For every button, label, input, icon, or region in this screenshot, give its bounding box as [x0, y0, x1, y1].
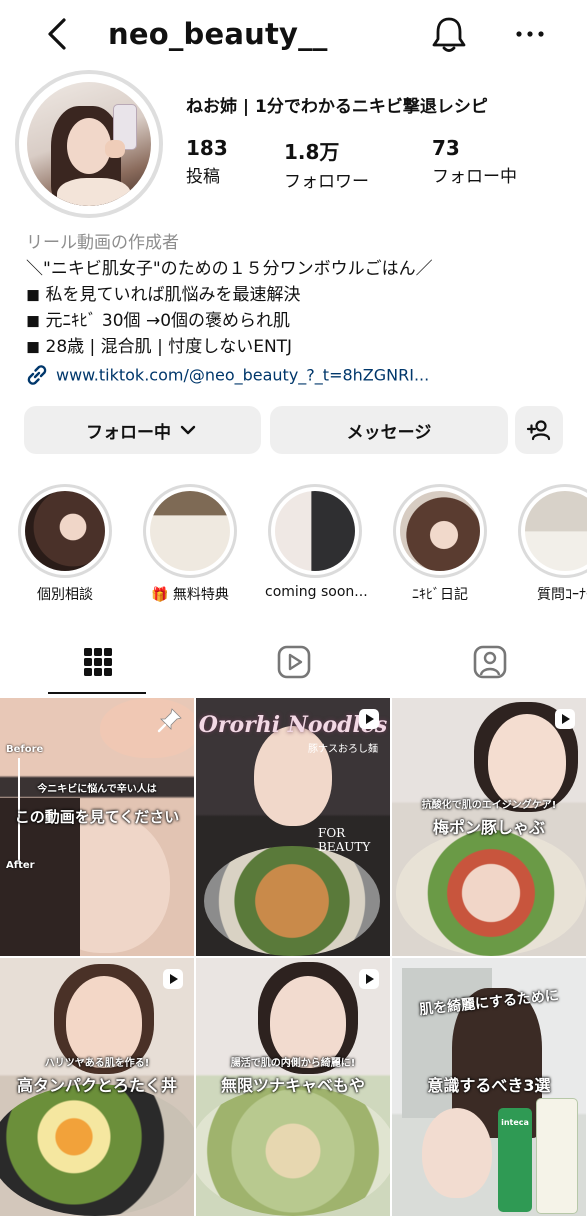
- post-caption: After: [6, 860, 35, 871]
- stat-following[interactable]: 73 フォロー中: [432, 136, 517, 187]
- highlight-cover: [150, 491, 230, 571]
- reels-icon: [277, 645, 311, 679]
- post-caption: 豚ナスおろし麺: [308, 744, 378, 755]
- top-bar: neo_beauty__: [0, 0, 587, 70]
- post-caption: 抗酸化で肌のエイジングケア!: [421, 800, 557, 811]
- post-tile[interactable]: Ororhi Noodles 豚ナスおろし麺 FOR BEAUTY: [196, 698, 390, 956]
- highlight-item[interactable]: 個別相談: [15, 484, 115, 604]
- more-options-icon[interactable]: [514, 22, 546, 46]
- profile-category: リール動画の作成者: [26, 233, 179, 253]
- highlight-item[interactable]: 質問ｺｰﾅｰ: [515, 484, 587, 604]
- following-button-label: フォロー中: [86, 422, 171, 443]
- highlight-cover: [25, 491, 105, 571]
- display-name: ねお姉 | 1分でわかるニキビ撃退レシピ: [186, 97, 488, 117]
- highlight-ring: [143, 484, 237, 578]
- post-tile[interactable]: ハリツヤある肌を作る! 高タンパクとろたく丼: [0, 958, 194, 1216]
- stat-followers[interactable]: 1.8万 フォロワー: [284, 136, 369, 192]
- post-caption: 梅ポン豚しゃぶ: [432, 818, 545, 837]
- stat-posts-value: 183: [186, 136, 228, 160]
- product-label: inteca: [501, 1118, 529, 1127]
- stat-posts-label: 投稿: [186, 167, 220, 187]
- post-tile[interactable]: inteca 肌を綺麗にするために 意識するべき3選: [392, 958, 586, 1216]
- highlight-ring: [268, 484, 362, 578]
- post-caption: 意識するべき3選: [427, 1076, 551, 1095]
- post-caption: 無限ツナキャベもや: [220, 1076, 365, 1095]
- highlight-ring: [518, 484, 587, 578]
- highlight-ring: [18, 484, 112, 578]
- pinned-icon: [156, 706, 184, 738]
- add-person-icon: [526, 420, 551, 441]
- tab-posts-grid[interactable]: [0, 630, 196, 694]
- bio-link[interactable]: www.tiktok.com/@neo_beauty_?_t=8hZGNRI..…: [24, 362, 429, 388]
- post-caption: ハリツヤある肌を作る!: [44, 1058, 150, 1069]
- profile-username: neo_beauty__: [108, 17, 328, 51]
- grid-icon: [84, 648, 112, 676]
- bio-link-text: www.tiktok.com/@neo_beauty_?_t=8hZGNRI..…: [56, 365, 430, 385]
- post-caption: 高タンパクとろたく丼: [16, 1076, 177, 1095]
- tab-tagged[interactable]: [392, 630, 587, 694]
- highlight-label: 🎁 無料特典: [151, 587, 229, 603]
- stat-following-value: 73: [432, 136, 460, 160]
- post-tile[interactable]: 抗酸化で肌のエイジングケア! 梅ポン豚しゃぶ: [392, 698, 586, 956]
- post-caption: Before: [6, 744, 44, 755]
- profile-avatar[interactable]: [15, 70, 163, 218]
- highlight-ring: [393, 484, 487, 578]
- avatar-photo: [27, 82, 151, 206]
- post-caption: この動画を見てください: [14, 808, 180, 826]
- highlight-item[interactable]: ﾆｷﾋﾞ日記: [390, 484, 490, 604]
- bio-line: ＼"ニキビ肌女子"のための１５分ワンボウルごはん／: [26, 259, 433, 279]
- highlight-cover: [275, 491, 355, 571]
- highlight-item[interactable]: 🎁 無料特典: [140, 484, 240, 604]
- chevron-down-icon: [180, 425, 196, 435]
- post-caption: 今ニキビに悩んで辛い人は: [37, 784, 157, 795]
- post-tile[interactable]: Before 今ニキビに悩んで辛い人は この動画を見てください After: [0, 698, 194, 956]
- bio-line: ◼︎ 28歳 | 混合肌 | 忖度しないENTJ: [26, 337, 293, 357]
- post-tile[interactable]: 腸活で肌の内側から綺麗に! 無限ツナキャベもや: [196, 958, 390, 1216]
- post-caption: FOR BEAUTY: [318, 826, 371, 854]
- tab-reels[interactable]: [196, 630, 392, 694]
- link-icon: [27, 365, 47, 385]
- highlight-label: ﾆｷﾋﾞ日記: [412, 587, 468, 603]
- bio-line: ◼︎ 元ﾆｷﾋﾞ 30個 →0個の褒められ肌: [26, 311, 291, 331]
- highlight-label: coming soon...: [265, 584, 368, 600]
- post-caption: 腸活で肌の内側から綺麗に!: [230, 1058, 356, 1069]
- reel-badge-icon: [358, 968, 380, 994]
- back-icon[interactable]: [44, 14, 74, 54]
- message-button-label: メッセージ: [346, 422, 432, 443]
- stat-followers-value: 1.8万: [284, 140, 340, 164]
- stat-posts[interactable]: 183 投稿: [186, 136, 228, 187]
- highlight-cover: [400, 491, 480, 571]
- stat-followers-label: フォロワー: [284, 172, 369, 192]
- following-button[interactable]: フォロー中: [24, 406, 261, 454]
- highlight-label: 質問ｺｰﾅｰ: [537, 587, 587, 603]
- reel-badge-icon: [162, 968, 184, 994]
- reel-badge-icon: [358, 708, 380, 734]
- bio-line: ◼︎ 私を見ていれば肌悩みを最速解決: [26, 285, 301, 305]
- active-tab-indicator: [48, 692, 146, 694]
- stat-following-label: フォロー中: [432, 167, 517, 187]
- tagged-user-icon: [473, 645, 507, 679]
- suggest-people-button[interactable]: [515, 406, 563, 454]
- notifications-bell-icon[interactable]: [430, 14, 468, 54]
- message-button[interactable]: メッセージ: [270, 406, 508, 454]
- highlight-item[interactable]: coming soon...: [265, 484, 368, 600]
- highlight-cover: [525, 491, 587, 571]
- highlight-label: 個別相談: [37, 587, 93, 603]
- reel-badge-icon: [554, 708, 576, 734]
